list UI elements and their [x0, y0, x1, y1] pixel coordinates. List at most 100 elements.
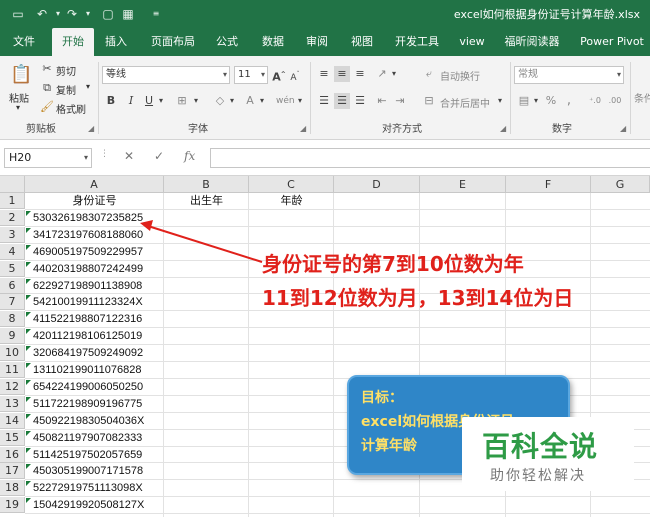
copy-icon[interactable]: ⧉: [40, 80, 54, 96]
id-cell[interactable]: 420112198106125019: [33, 328, 163, 344]
underline-dropdown-icon[interactable]: ▾: [156, 93, 166, 109]
cell-b1[interactable]: 出生年: [164, 193, 249, 209]
id-cell[interactable]: 450821197907082333: [33, 430, 163, 446]
phonetic-icon[interactable]: wén: [276, 93, 295, 109]
row-header[interactable]: 2: [0, 209, 25, 226]
print-preview-icon[interactable]: ▢: [100, 6, 116, 22]
font-size-combo[interactable]: 11 ▾: [234, 66, 268, 84]
align-bottom-icon[interactable]: ≡: [352, 66, 368, 82]
id-cell[interactable]: 52272919751113098X: [33, 480, 163, 496]
save-icon[interactable]: ▭: [10, 6, 26, 22]
id-cell[interactable]: 341723197608188060: [33, 227, 163, 243]
percent-icon[interactable]: %: [544, 93, 558, 109]
format-painter-brush-icon[interactable]: 🖌: [40, 99, 54, 115]
column-header-c[interactable]: C: [249, 176, 334, 193]
align-left-icon[interactable]: ☰: [316, 93, 332, 109]
tab-view[interactable]: 视图: [345, 28, 379, 56]
font-name-combo[interactable]: 等线 ▾: [102, 66, 230, 84]
currency-dropdown-icon[interactable]: ▾: [532, 93, 540, 109]
cancel-icon[interactable]: ✕: [124, 149, 134, 163]
enter-icon[interactable]: ✓: [154, 149, 164, 163]
id-cell[interactable]: 450305199007171578: [33, 463, 163, 479]
row-header[interactable]: 15: [0, 429, 25, 446]
font-launcher-icon[interactable]: ◢: [300, 124, 306, 133]
row-header[interactable]: 10: [0, 345, 25, 362]
alignment-launcher-icon[interactable]: ◢: [500, 124, 506, 133]
cut-button[interactable]: 剪切: [56, 63, 76, 78]
orientation-dropdown-icon[interactable]: ▾: [390, 66, 398, 82]
tab-view-en[interactable]: view: [456, 28, 488, 56]
cell-a1[interactable]: 身份证号: [25, 193, 164, 209]
font-color-icon[interactable]: A: [242, 93, 258, 109]
row-header[interactable]: 6: [0, 277, 25, 294]
copy-button[interactable]: 复制: [56, 82, 76, 97]
redo-dropdown-icon[interactable]: ▾: [80, 6, 96, 22]
insert-function-icon[interactable]: fx: [184, 149, 195, 163]
tab-formulas[interactable]: 公式: [210, 28, 244, 56]
select-all-corner[interactable]: [0, 176, 25, 193]
align-center-icon[interactable]: ☰: [334, 93, 350, 109]
decrease-indent-icon[interactable]: ⇤: [374, 93, 390, 109]
tab-file[interactable]: 文件: [6, 28, 42, 56]
align-middle-icon[interactable]: ≡: [334, 66, 350, 82]
row-header[interactable]: 18: [0, 480, 25, 497]
cell-c1[interactable]: 年龄: [249, 193, 334, 209]
comma-icon[interactable]: ,: [562, 93, 576, 109]
id-cell[interactable]: 15042919920508127X: [33, 497, 163, 513]
tab-foxit-reader[interactable]: 福昕阅读器: [500, 28, 564, 56]
paste-dropdown-icon[interactable]: ▾: [16, 103, 20, 112]
id-cell[interactable]: 622927198901138908: [33, 278, 163, 294]
decrease-decimal-icon[interactable]: .00: [606, 93, 624, 109]
number-launcher-icon[interactable]: ◢: [620, 124, 626, 133]
increase-decimal-icon[interactable]: ⁺.0: [586, 93, 604, 109]
formula-input[interactable]: [210, 148, 650, 168]
grow-font-button[interactable]: A^: [272, 67, 286, 84]
merge-center-button[interactable]: 合并后居中: [440, 95, 490, 110]
borders-dropdown-icon[interactable]: ▾: [192, 93, 200, 109]
phonetic-dropdown-icon[interactable]: ▾: [296, 93, 304, 109]
row-header[interactable]: 19: [0, 497, 25, 514]
align-top-icon[interactable]: ≡: [316, 66, 332, 82]
column-header-d[interactable]: D: [334, 176, 420, 193]
id-cell[interactable]: 54210019911123324X: [33, 294, 163, 310]
tab-power-pivot[interactable]: Power Pivot: [578, 28, 646, 56]
cut-icon[interactable]: ✂: [40, 61, 54, 77]
merge-center-icon[interactable]: ⊟: [422, 93, 436, 109]
row-header[interactable]: 11: [0, 362, 25, 378]
conditional-format-button[interactable]: 条件: [634, 90, 650, 105]
id-cell[interactable]: 411522198807122316: [33, 311, 163, 327]
orientation-icon[interactable]: ↗: [374, 66, 390, 82]
increase-indent-icon[interactable]: ⇥: [392, 93, 408, 109]
currency-icon[interactable]: ▤: [516, 93, 532, 109]
id-cell[interactable]: 45092219830504036X: [33, 413, 163, 429]
row-header[interactable]: 7: [0, 294, 25, 311]
id-cell[interactable]: 511425197502057659: [33, 447, 163, 463]
column-header-b[interactable]: B: [164, 176, 249, 193]
copy-dropdown-icon[interactable]: ▾: [86, 82, 90, 91]
id-cell[interactable]: 530326198307235825: [33, 210, 163, 226]
row-header[interactable]: 12: [0, 378, 25, 395]
format-painter-icon[interactable]: ▦: [120, 6, 136, 22]
column-header-f[interactable]: F: [506, 176, 591, 193]
undo-icon[interactable]: ↶: [34, 6, 50, 22]
tab-developer[interactable]: 开发工具: [390, 28, 444, 56]
redo-icon[interactable]: ↷: [64, 6, 80, 22]
font-color-dropdown-icon[interactable]: ▾: [258, 93, 266, 109]
fill-color-dropdown-icon[interactable]: ▾: [228, 93, 236, 109]
column-header-g[interactable]: G: [591, 176, 650, 193]
id-cell[interactable]: 654224199006050250: [33, 379, 163, 395]
format-painter-button[interactable]: 格式刷: [56, 101, 86, 116]
wrap-text-button[interactable]: 自动换行: [440, 68, 480, 83]
row-header[interactable]: 8: [0, 311, 25, 328]
customize-icon[interactable]: ≡: [148, 6, 164, 22]
row-header[interactable]: 9: [0, 328, 25, 345]
row-header[interactable]: 1: [0, 193, 25, 209]
tab-home[interactable]: 开始: [52, 28, 94, 56]
id-cell[interactable]: 469005197509229957: [33, 244, 163, 260]
row-header[interactable]: 14: [0, 412, 25, 429]
row-header[interactable]: 13: [0, 395, 25, 412]
underline-button[interactable]: U: [142, 93, 156, 109]
id-cell[interactable]: 440203198807242499: [33, 261, 163, 277]
column-header-a[interactable]: A: [25, 176, 164, 193]
row-header[interactable]: 16: [0, 446, 25, 463]
